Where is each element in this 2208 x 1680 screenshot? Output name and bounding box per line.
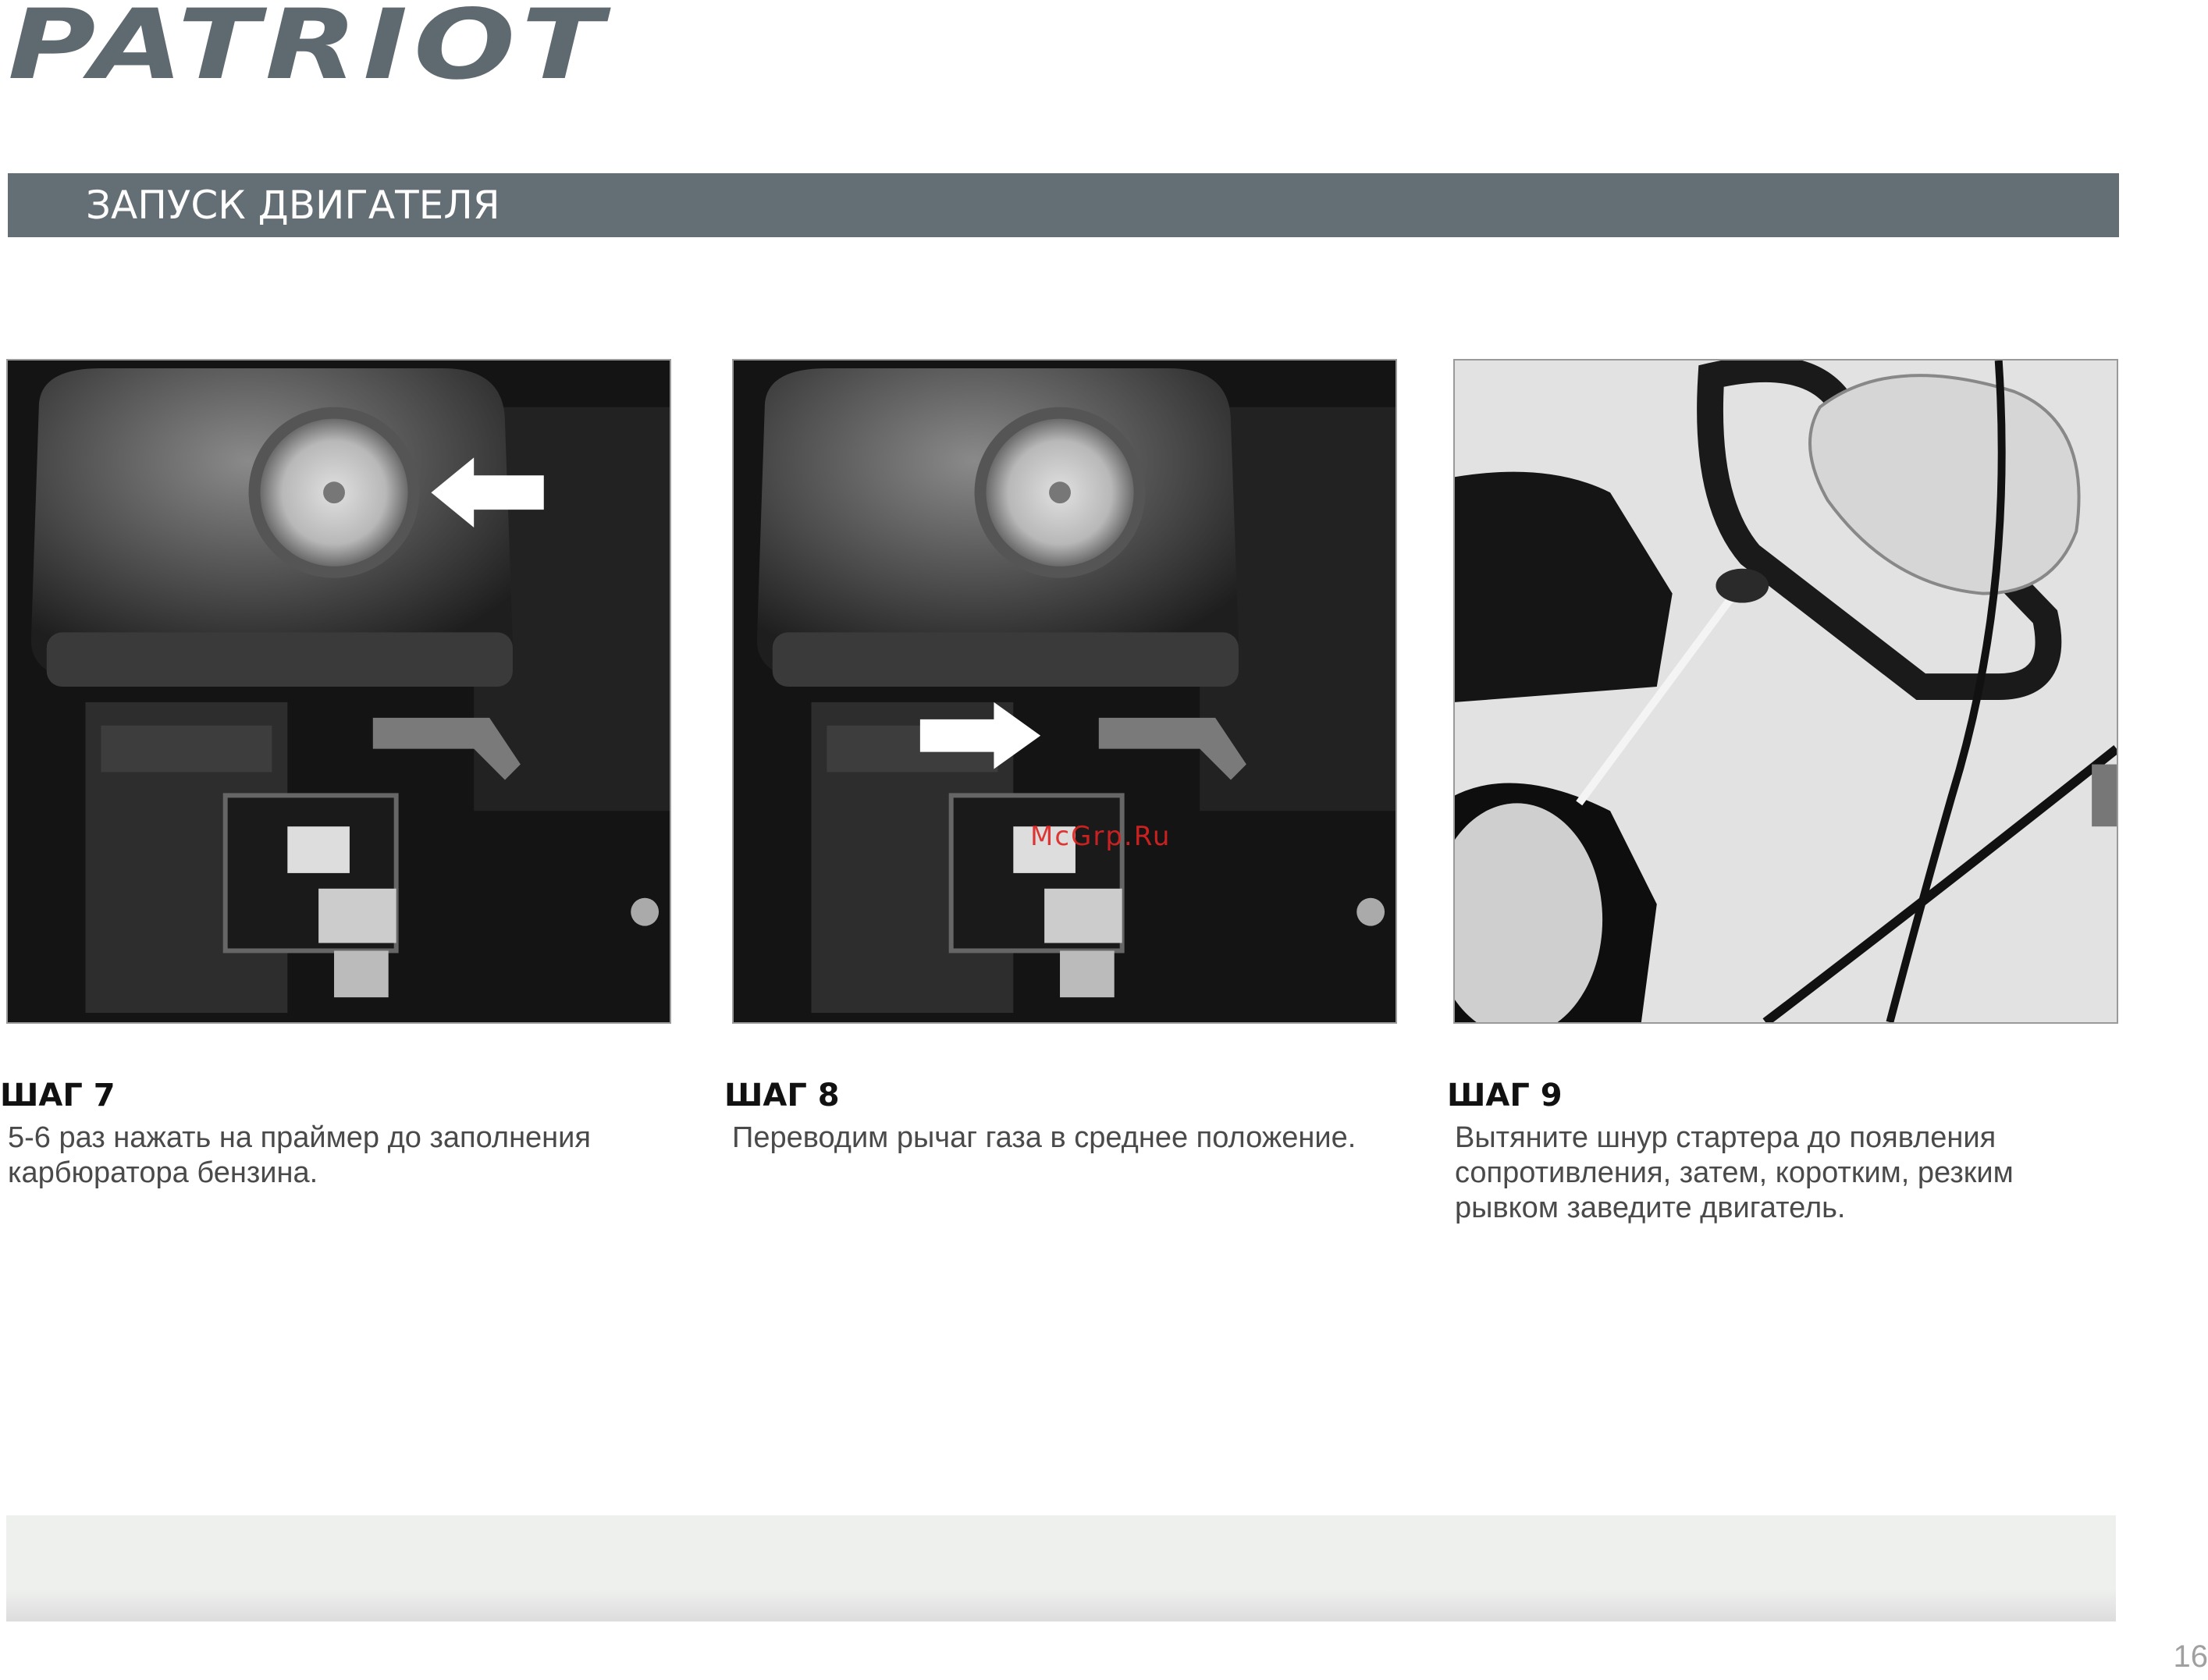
step-7-title: ШАГ 7 — [0, 1078, 116, 1113]
step-9-text: Вытяните шнур стартера до появления сопр… — [1455, 1121, 2014, 1224]
patriot-logo: PATRIOT — [8, 0, 617, 86]
logo-text: PATRIOT — [8, 0, 611, 86]
section-header-bar: ЗАПУСК ДВИГАТЕЛЯ — [8, 173, 2119, 237]
step-7-text: 5-6 раз нажать на праймер до заполнения … — [8, 1121, 591, 1189]
step-9: ШАГ 9 Вытяните шнур стартера до появлени… — [1447, 1075, 2103, 1226]
page-number: 16 — [2173, 1639, 2208, 1674]
step-8-title: ШАГ 8 — [724, 1078, 840, 1113]
step-9-title: ШАГ 9 — [1447, 1078, 1563, 1113]
step-8: ШАГ 8 Переводим рычаг газа в среднее пол… — [724, 1075, 1380, 1156]
step-9-photo — [1453, 359, 2118, 1024]
step-7-photo — [6, 359, 671, 1024]
step-7: ШАГ 7 5-6 раз нажать на праймер до запол… — [0, 1075, 656, 1191]
step-8-text: Переводим рычаг газа в среднее положение… — [732, 1121, 1356, 1154]
footer-band — [6, 1515, 2116, 1621]
step-8-photo — [732, 359, 1397, 1024]
watermark: McGrp.Ru — [1030, 821, 1172, 852]
section-title: ЗАПУСК ДВИГАТЕЛЯ — [86, 183, 500, 228]
